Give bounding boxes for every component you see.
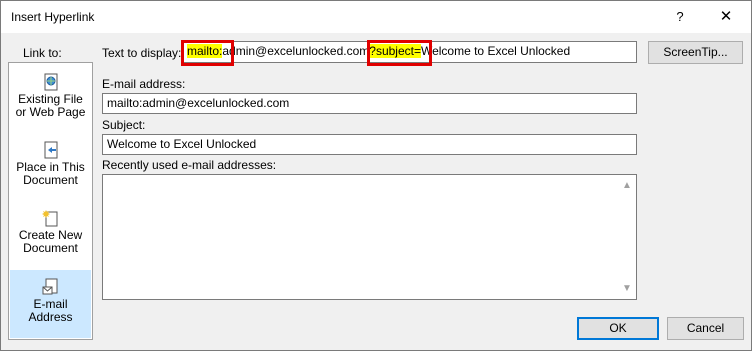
dialog-title: Insert Hyperlink (11, 10, 95, 24)
close-button[interactable]: ✕ (715, 7, 737, 27)
insert-hyperlink-dialog: Insert Hyperlink ? ✕ Link to: Existing F… (0, 0, 752, 351)
ok-button[interactable]: OK (577, 317, 659, 340)
sidebar-item-label: Document (23, 173, 78, 187)
sidebar-item-label: or Web Page (15, 105, 86, 119)
sidebar-item-label: Place in This (16, 160, 85, 174)
sidebar-item-existing-file[interactable]: Existing File or Web Page (10, 73, 91, 133)
sidebar-item-label: Create New (18, 228, 83, 242)
sidebar-item-label: Existing File (18, 92, 83, 106)
sidebar-item-label: Address (28, 310, 73, 324)
create-new-document-icon (41, 210, 57, 227)
display-address-text: admin@excelunlocked.com (222, 44, 370, 58)
text-to-display-label: Text to display: (102, 46, 182, 60)
subject-input[interactable]: Welcome to Excel Unlocked (102, 134, 637, 155)
sidebar-item-label: E-mail (33, 297, 68, 311)
email-address-input[interactable]: mailto:admin@excelunlocked.com (102, 93, 637, 114)
help-button[interactable]: ? (669, 7, 691, 27)
annotation-box-mailto (181, 40, 234, 66)
link-to-label: Link to: (23, 46, 62, 60)
recent-emails-label: Recently used e-mail addresses: (102, 158, 277, 172)
scroll-up-icon[interactable]: ▲ (619, 178, 635, 194)
cancel-button[interactable]: Cancel (667, 317, 744, 340)
sidebar-item-label: Document (23, 241, 78, 255)
display-subject-text: Welcome to Excel Unlocked (420, 44, 571, 58)
existing-file-icon (44, 73, 57, 91)
sidebar-item-email-address[interactable]: E-mail Address (10, 270, 91, 338)
subject-label: Subject: (102, 118, 146, 132)
email-address-icon (42, 278, 57, 295)
link-to-sidebar: Existing File or Web Page Place in This … (8, 62, 93, 340)
sidebar-item-place-in-document[interactable]: Place in This Document (10, 141, 91, 201)
title-bar: Insert Hyperlink ? ✕ (1, 1, 751, 33)
sidebar-item-create-new-document[interactable]: Create New Document (10, 209, 91, 269)
screentip-button[interactable]: ScreenTip... (648, 41, 743, 64)
scroll-down-icon[interactable]: ▼ (619, 281, 635, 297)
place-in-document-icon (44, 141, 57, 159)
email-address-label: E-mail address: (102, 77, 186, 91)
annotation-box-subject (367, 40, 432, 66)
recent-emails-list[interactable]: ▲ ▼ (102, 174, 637, 300)
